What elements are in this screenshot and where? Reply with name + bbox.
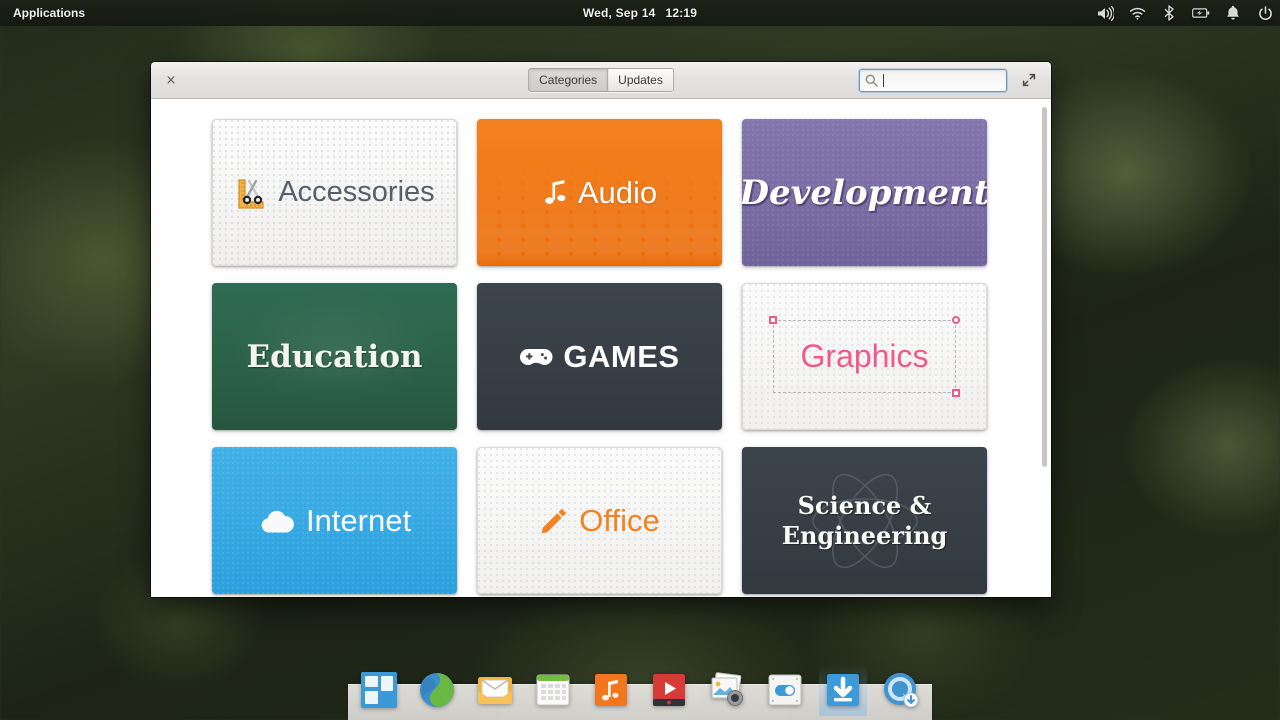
app-center-window: × Categories Updates Accessories Audio D… bbox=[151, 62, 1051, 597]
battery-icon[interactable] bbox=[1192, 4, 1210, 22]
category-tile-education[interactable]: Education bbox=[212, 283, 457, 430]
category-label: Audio bbox=[577, 174, 658, 210]
category-label: Development bbox=[742, 172, 987, 213]
category-tile-internet[interactable]: Internet bbox=[212, 447, 457, 594]
category-tile-graphics[interactable]: Graphics bbox=[742, 283, 987, 430]
category-tile-games[interactable]: GAMES bbox=[477, 283, 722, 430]
dock bbox=[348, 664, 932, 720]
pencil-icon bbox=[539, 506, 569, 536]
dock-item-mail[interactable] bbox=[471, 664, 519, 716]
wifi-icon[interactable] bbox=[1128, 4, 1146, 22]
bluetooth-icon[interactable] bbox=[1160, 4, 1178, 22]
system-tray bbox=[1096, 4, 1274, 22]
category-label: Science & Engineering bbox=[781, 491, 948, 550]
selection-handle-bottom-right bbox=[952, 389, 960, 397]
category-tile-development[interactable]: Development bbox=[742, 119, 987, 266]
applications-menu-button[interactable]: Applications bbox=[4, 3, 94, 23]
dock-item-applications[interactable] bbox=[355, 664, 403, 716]
category-label: GAMES bbox=[563, 338, 680, 374]
notification-bell-icon[interactable] bbox=[1224, 4, 1242, 22]
category-label: Internet bbox=[305, 502, 412, 538]
category-tile-audio[interactable]: Audio bbox=[477, 119, 722, 266]
clock-date: Wed, Sep 14 bbox=[582, 6, 656, 20]
dock-item-app-center[interactable] bbox=[877, 664, 925, 716]
dock-item-videos[interactable] bbox=[645, 664, 693, 716]
search-area bbox=[859, 68, 1007, 92]
selection-handle-top-right bbox=[952, 316, 960, 324]
search-icon bbox=[865, 74, 878, 87]
dock-item-music[interactable] bbox=[587, 664, 635, 716]
dock-item-downloads[interactable] bbox=[819, 664, 867, 716]
category-grid-area: Accessories Audio Development Education … bbox=[151, 99, 1051, 597]
selection-handle-top-left bbox=[769, 316, 777, 324]
dock-item-photos[interactable] bbox=[703, 664, 751, 716]
clock-time: 12:19 bbox=[665, 6, 698, 20]
close-icon[interactable]: × bbox=[161, 70, 181, 90]
category-tile-accessories[interactable]: Accessories bbox=[212, 119, 457, 266]
maximize-icon[interactable] bbox=[1019, 70, 1039, 90]
dock-item-calendar[interactable] bbox=[529, 664, 577, 716]
category-tile-office[interactable]: Office bbox=[477, 447, 722, 594]
gamepad-icon bbox=[519, 346, 553, 368]
volume-icon[interactable] bbox=[1096, 4, 1114, 22]
category-label: Office bbox=[579, 502, 660, 538]
music-note-icon bbox=[542, 178, 568, 208]
category-label: Education bbox=[246, 338, 423, 375]
text-caret bbox=[883, 73, 884, 87]
power-icon[interactable] bbox=[1256, 4, 1274, 22]
category-grid: Accessories Audio Development Education … bbox=[212, 119, 1027, 594]
window-titlebar[interactable]: × Categories Updates bbox=[151, 62, 1051, 99]
category-tile-science-engineering[interactable]: Science & Engineering bbox=[742, 447, 987, 594]
category-label: Accessories bbox=[278, 176, 435, 208]
top-panel: Applications Wed, Sep 14 12:19 bbox=[0, 0, 1280, 26]
tab-categories[interactable]: Categories bbox=[529, 69, 608, 91]
category-label: Graphics bbox=[800, 338, 929, 374]
search-input[interactable] bbox=[859, 68, 1007, 92]
vertical-scrollbar[interactable] bbox=[1042, 107, 1047, 467]
dock-item-web-browser[interactable] bbox=[413, 664, 461, 716]
cloud-icon bbox=[258, 508, 296, 534]
ruler-scissors-icon bbox=[234, 176, 268, 210]
view-mode-switcher: Categories Updates bbox=[528, 68, 674, 92]
dock-item-settings[interactable] bbox=[761, 664, 809, 716]
tab-updates[interactable]: Updates bbox=[607, 69, 673, 91]
panel-clock[interactable]: Wed, Sep 14 12:19 bbox=[0, 6, 1280, 20]
